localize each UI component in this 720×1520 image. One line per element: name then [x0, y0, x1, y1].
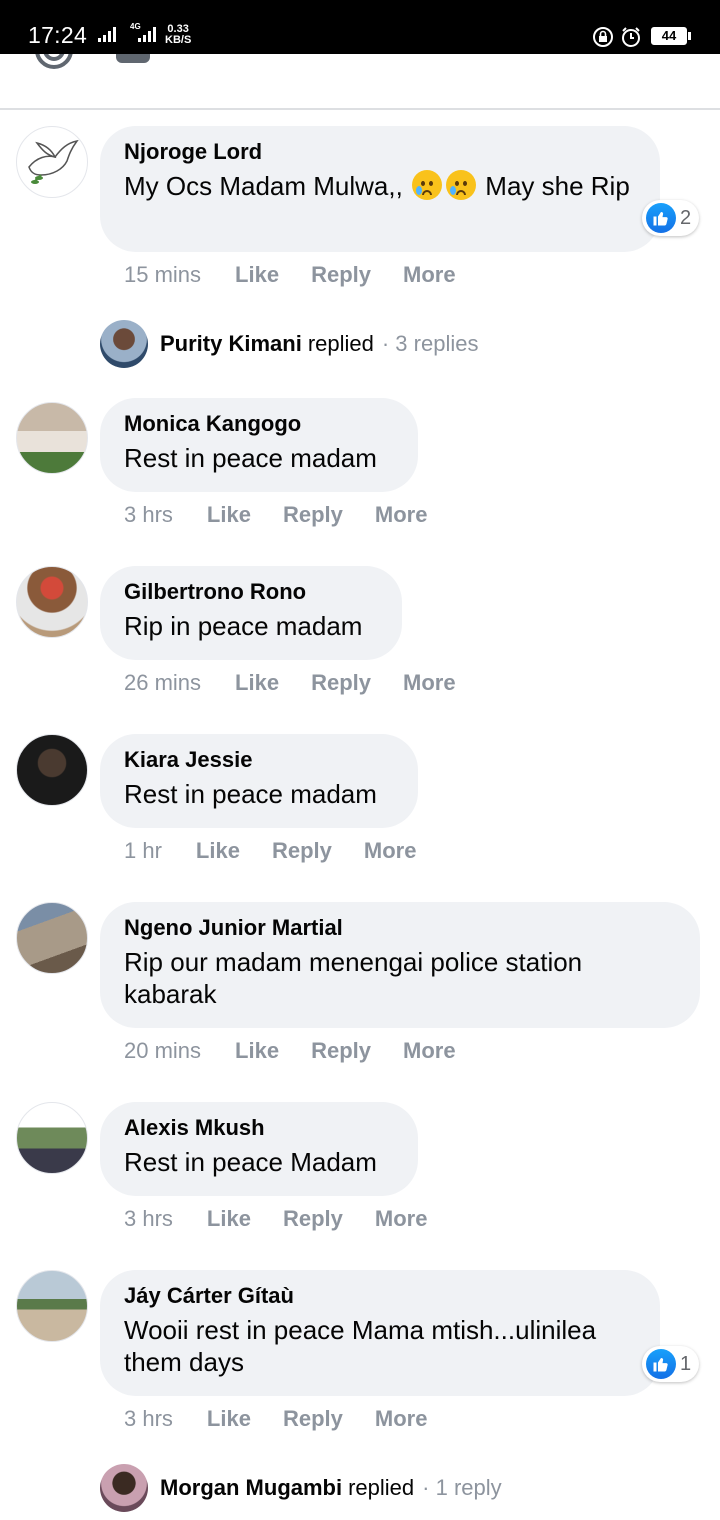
comment-actions: 3 hrs Like Reply More: [124, 1206, 459, 1232]
dove-icon: [28, 139, 79, 184]
comment-text: Wooii rest in peace Mama mtish...ulinile…: [124, 1315, 597, 1377]
comment-bubble[interactable]: Gilbertrono Rono Rip in peace madam: [100, 566, 402, 660]
like-button[interactable]: Like: [235, 1038, 279, 1064]
comment-author[interactable]: Ngeno Junior Martial: [124, 914, 676, 942]
comment-time[interactable]: 26 mins: [124, 670, 201, 696]
signal-icon: [98, 26, 116, 42]
reaction-count: 1: [680, 1352, 692, 1375]
comment-author[interactable]: Kiara Jessie: [124, 746, 394, 774]
rotation-lock-icon: [593, 27, 613, 47]
comment-time[interactable]: 3 hrs: [124, 1406, 173, 1432]
comment-actions: 3 hrs Like Reply More: [124, 502, 459, 528]
more-button[interactable]: More: [403, 670, 456, 696]
like-icon: [646, 203, 676, 233]
avatar[interactable]: [16, 126, 88, 198]
battery-icon: 44: [651, 27, 687, 45]
reply-button[interactable]: Reply: [272, 838, 332, 864]
comment-text: Rest in peace Madam: [124, 1147, 377, 1177]
comment-actions: 1 hr Like Reply More: [124, 838, 448, 864]
avatar[interactable]: [16, 902, 88, 974]
comment-bubble[interactable]: Njoroge Lord My Ocs Madam Mulwa,, May sh…: [100, 126, 660, 252]
avatar[interactable]: [16, 402, 88, 474]
comment-time[interactable]: 1 hr: [124, 838, 162, 864]
avatar[interactable]: [16, 566, 88, 638]
reply-author[interactable]: Morgan Mugambi: [160, 1475, 342, 1501]
comment-actions: 20 mins Like Reply More: [124, 1038, 488, 1064]
avatar: [100, 320, 148, 368]
status-time: 17:24: [28, 22, 88, 48]
more-button[interactable]: More: [403, 262, 456, 288]
like-icon: [646, 1349, 676, 1379]
more-button[interactable]: More: [375, 1406, 428, 1432]
comment-time[interactable]: 3 hrs: [124, 502, 173, 528]
comment-text: Rest in peace madam: [124, 779, 377, 809]
replies-link[interactable]: Purity Kimani replied · 3 replies: [100, 320, 478, 368]
comment-text: Rest in peace madam: [124, 443, 377, 473]
reply-button[interactable]: Reply: [311, 1038, 371, 1064]
like-button[interactable]: Like: [207, 502, 251, 528]
comment-bubble[interactable]: Jáy Cárter Gítaù Wooii rest in peace Mam…: [100, 1270, 660, 1396]
comment-bubble[interactable]: Kiara Jessie Rest in peace madam: [100, 734, 418, 828]
alarm-icon: [622, 27, 640, 47]
reply-button[interactable]: Reply: [283, 1206, 343, 1232]
signal-icon-2: [138, 26, 156, 42]
reaction-badge[interactable]: 2: [642, 200, 700, 236]
comment-time[interactable]: 20 mins: [124, 1038, 201, 1064]
comment-text: Rip in peace madam: [124, 611, 363, 641]
like-button[interactable]: Like: [196, 838, 240, 864]
menu-icon-partial[interactable]: [116, 54, 150, 63]
reaction-badge[interactable]: 1: [642, 1346, 700, 1382]
reply-button[interactable]: Reply: [283, 502, 343, 528]
header-bar: [0, 54, 720, 110]
comment-text: My Ocs Madam Mulwa,, May she Rip: [124, 170, 630, 201]
replies-link[interactable]: Morgan Mugambi replied · 1 reply: [100, 1464, 502, 1512]
like-button[interactable]: Like: [235, 262, 279, 288]
sad-tear-emoji-icon: [446, 170, 477, 200]
like-button[interactable]: Like: [207, 1406, 251, 1432]
comment-author[interactable]: Alexis Mkush: [124, 1114, 394, 1142]
comment-text: Rip our madam menengai police station ka…: [124, 947, 583, 1009]
battery-tip: [688, 32, 691, 40]
comment-bubble[interactable]: Ngeno Junior Martial Rip our madam menen…: [100, 902, 700, 1028]
avatar: [100, 1464, 148, 1512]
reaction-count: 2: [680, 206, 692, 229]
comment-time[interactable]: 15 mins: [124, 262, 201, 288]
network-speed: 0.33 KB/S: [165, 23, 192, 46]
comment-actions: 26 mins Like Reply More: [124, 670, 488, 696]
more-button[interactable]: More: [403, 1038, 456, 1064]
more-button[interactable]: More: [364, 838, 417, 864]
reply-button[interactable]: Reply: [311, 262, 371, 288]
comment-actions: 3 hrs Like Reply More: [124, 1406, 459, 1432]
reply-count[interactable]: · 1 reply: [422, 1475, 501, 1501]
comment-time[interactable]: 3 hrs: [124, 1206, 173, 1232]
more-button[interactable]: More: [375, 1206, 428, 1232]
reply-button[interactable]: Reply: [311, 670, 371, 696]
comment-author[interactable]: Njoroge Lord: [124, 138, 636, 166]
comment-bubble[interactable]: Monica Kangogo Rest in peace madam: [100, 398, 418, 492]
avatar[interactable]: [16, 734, 88, 806]
reply-button[interactable]: Reply: [283, 1406, 343, 1432]
comment-author[interactable]: Monica Kangogo: [124, 410, 394, 438]
comment-bubble[interactable]: Alexis Mkush Rest in peace Madam: [100, 1102, 418, 1196]
sad-tear-emoji-icon: [412, 170, 443, 200]
like-button[interactable]: Like: [207, 1206, 251, 1232]
reply-count[interactable]: · 3 replies: [382, 331, 479, 357]
avatar[interactable]: [16, 1270, 88, 1342]
like-button[interactable]: Like: [235, 670, 279, 696]
comment-actions: 15 mins Like Reply More: [124, 262, 488, 288]
comment-author[interactable]: Gilbertrono Rono: [124, 578, 378, 606]
avatar[interactable]: [16, 1102, 88, 1174]
more-button[interactable]: More: [375, 502, 428, 528]
comment-author[interactable]: Jáy Cárter Gítaù: [124, 1282, 636, 1310]
status-bar: 17:24 4G 0.33 KB/S 44: [0, 0, 720, 54]
reply-author[interactable]: Purity Kimani: [160, 331, 302, 357]
reaction-icon-partial[interactable]: [34, 54, 74, 70]
